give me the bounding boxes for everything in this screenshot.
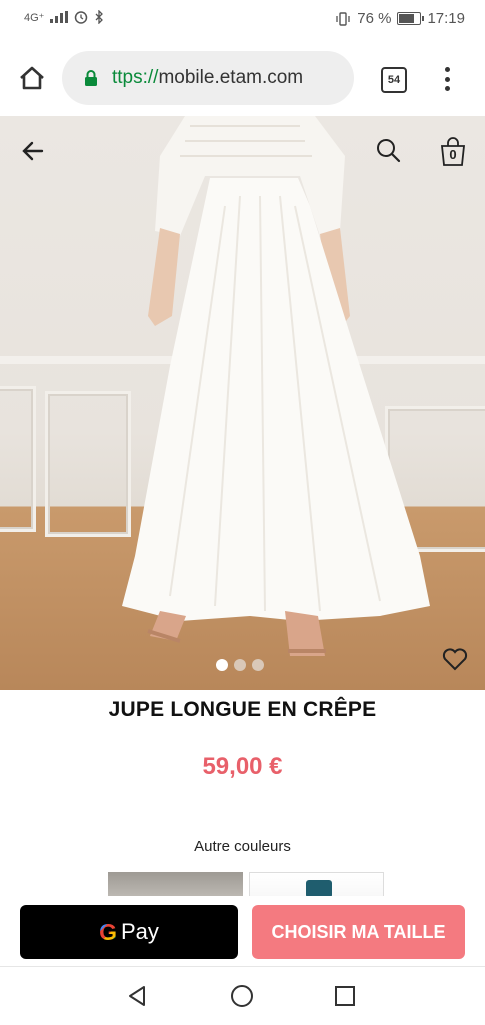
alarm-icon: [75, 11, 88, 24]
cart-count: 0: [449, 147, 457, 162]
menu-dot: [444, 67, 450, 72]
bluetooth-icon: [96, 10, 104, 24]
carousel-dot[interactable]: [234, 659, 246, 671]
google-pay-button[interactable]: G Pay: [20, 905, 238, 959]
menu-dot: [444, 76, 450, 82]
url-bar[interactable]: ttps://mobile.etam.com: [62, 51, 354, 105]
skirt-figure: [122, 116, 430, 656]
google-g-logo: G: [99, 918, 117, 945]
url-host: mobile.etam.com: [158, 67, 304, 88]
other-colors-label: Autre couleurs: [194, 838, 291, 855]
heart-icon: [442, 648, 468, 671]
choose-size-button[interactable]: CHOISIR MA TAILLE: [252, 905, 465, 959]
product-price: 59,00 €: [202, 753, 283, 780]
nav-home-button[interactable]: [229, 983, 255, 1014]
url-text: ttps://mobile.etam.com: [112, 67, 303, 89]
google-pay-label: Pay: [120, 919, 159, 944]
clock: 17:19: [427, 10, 465, 27]
nav-back-button[interactable]: [124, 983, 150, 1014]
carousel-indicator: [216, 659, 264, 671]
system-navigation-bar: [0, 966, 485, 1025]
network-type: 4G⁺: [24, 11, 45, 24]
status-left: 4G⁺: [24, 10, 104, 24]
battery-icon: [397, 12, 425, 25]
battery-percent: 76 %: [357, 10, 392, 27]
status-bar: 4G⁺ 76 % 17:19: [0, 0, 485, 40]
home-button[interactable]: [14, 60, 50, 96]
overflow-menu-button[interactable]: [438, 64, 456, 94]
url-scheme: ttps://: [112, 67, 159, 88]
search-button[interactable]: [374, 136, 404, 171]
back-button[interactable]: [18, 136, 48, 171]
status-right: 76 % 17:19: [335, 10, 465, 27]
lock-icon: [85, 70, 97, 86]
home-icon: [20, 66, 44, 90]
back-arrow-icon: [22, 141, 44, 161]
square-recents-icon: [335, 986, 355, 1006]
product-title: JUPE LONGUE EN CRÊPE: [108, 698, 377, 721]
carousel-dot[interactable]: [252, 659, 264, 671]
product-image[interactable]: 0: [0, 116, 485, 690]
nav-recents-button[interactable]: [332, 983, 358, 1014]
search-icon: [377, 139, 401, 163]
browser-toolbar: ttps://mobile.etam.com 54: [0, 40, 485, 116]
triangle-back-icon: [129, 986, 145, 1006]
signal-icon: [50, 11, 69, 23]
favorite-button[interactable]: [441, 646, 469, 677]
carousel-dot-active[interactable]: [216, 659, 228, 671]
tabs-button[interactable]: 54: [381, 67, 407, 93]
menu-dot: [444, 86, 450, 91]
circle-home-icon: [231, 985, 253, 1007]
vibrate-icon: [336, 11, 350, 26]
